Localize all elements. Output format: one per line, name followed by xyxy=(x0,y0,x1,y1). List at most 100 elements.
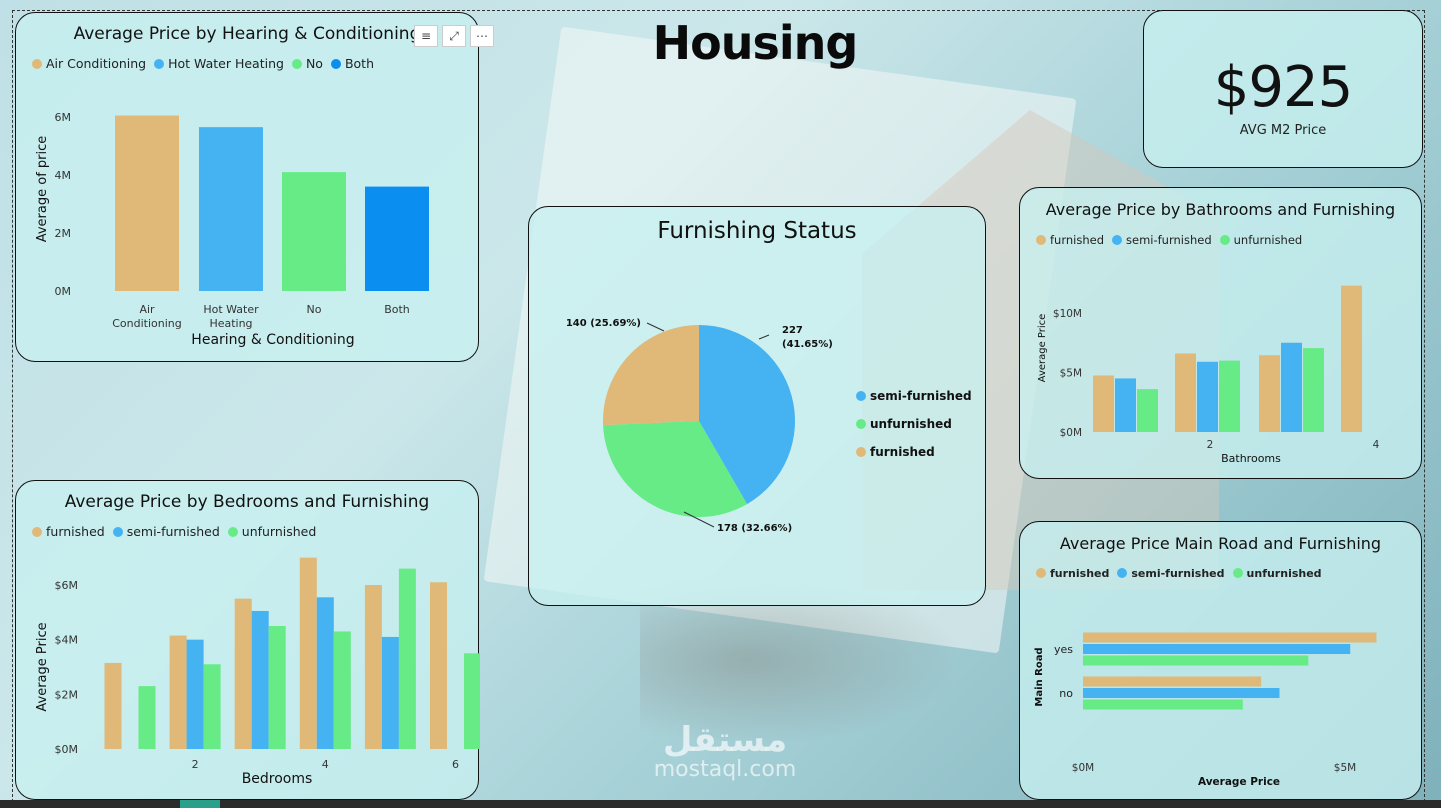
watermark-url: mostaql.com xyxy=(653,757,797,782)
chart-main-road-furnishing[interactable]: Average Price Main Road and Furnishing f… xyxy=(1019,521,1422,800)
bar xyxy=(138,686,156,749)
pie-slice xyxy=(603,325,699,426)
x-tick-label: Conditioning xyxy=(112,317,182,330)
bar xyxy=(316,597,334,749)
bar xyxy=(1197,361,1218,432)
bar xyxy=(1083,655,1309,666)
bar xyxy=(365,186,429,291)
x-tick-label: 4 xyxy=(1373,439,1380,451)
x-axis-label: Bedrooms xyxy=(242,771,313,787)
watermark-arabic: مستقل xyxy=(662,720,788,760)
bar xyxy=(1303,348,1324,432)
bar xyxy=(282,172,346,291)
bar xyxy=(199,127,263,292)
y-tick-label: 0M xyxy=(55,285,72,298)
legend-label: semi-furnished xyxy=(870,389,972,403)
y-tick-label: $10M xyxy=(1053,308,1082,320)
chart-plot: yes no Main Road $0M $5M Average Price xyxy=(1034,632,1377,788)
bar xyxy=(1115,378,1136,432)
data-label: 227 xyxy=(782,325,803,336)
bar xyxy=(1281,342,1302,432)
y-tick-label: $5M xyxy=(1060,368,1082,380)
kpi-value: $925 xyxy=(1213,55,1354,120)
y-tick-label: $2M xyxy=(55,688,79,701)
bar xyxy=(430,582,447,749)
x-tick-label: 4 xyxy=(322,758,329,771)
y-tick-label: $0M xyxy=(55,743,79,756)
bar xyxy=(115,115,179,291)
bar xyxy=(268,626,286,749)
bar xyxy=(1219,360,1240,432)
y-tick-label: 2M xyxy=(55,227,72,240)
y-tick-label: $6M xyxy=(55,579,79,592)
y-tick-label: no xyxy=(1059,687,1073,700)
legend-label: furnished xyxy=(870,445,935,459)
legend-marker xyxy=(856,447,866,457)
bar xyxy=(1083,676,1262,687)
bar xyxy=(333,631,351,749)
bar xyxy=(1083,632,1377,643)
x-axis-label: Bathrooms xyxy=(1221,452,1281,465)
legend-marker xyxy=(856,391,866,401)
focus-mode-icon[interactable]: ⤢ xyxy=(442,25,466,47)
y-tick-label: yes xyxy=(1054,643,1073,656)
bar xyxy=(1175,353,1196,432)
bar xyxy=(1093,375,1114,432)
x-tick-label: Air xyxy=(139,303,155,316)
x-axis-label: Hearing & Conditioning xyxy=(191,332,354,348)
y-axis-label: Average of price xyxy=(35,136,50,243)
bar xyxy=(1083,644,1351,654)
data-label: 178 (32.66%) xyxy=(717,523,792,534)
bar xyxy=(464,653,480,749)
data-label: (41.65%) xyxy=(782,339,833,350)
x-tick-label: 6 xyxy=(452,758,459,771)
filter-icon[interactable]: ≡ xyxy=(414,25,438,47)
chart-plot: $0M $2M $4M $6M Average Price 2 4 6 Bedrooms xyxy=(35,557,480,787)
x-tick-label: No xyxy=(307,303,322,316)
legend-marker xyxy=(856,419,866,429)
chart-bathrooms-furnishing[interactable]: Average Price by Bathrooms and Furnishin… xyxy=(1019,187,1422,479)
chart-hearing-conditioning[interactable]: Average Price by Hearing & Conditioning … xyxy=(15,12,494,362)
status-bar xyxy=(0,800,1441,808)
bar xyxy=(1341,285,1362,432)
x-tick-label: 2 xyxy=(192,758,199,771)
chart-plot: 227 (41.65%) 178 (32.66%) 140 (25.69%) semi-… xyxy=(566,318,972,534)
chart-bedrooms-furnishing[interactable]: Average Price by Bedrooms and Furnishing… xyxy=(15,480,480,800)
x-tick-label: 2 xyxy=(1207,439,1214,451)
legend-label: unfurnished xyxy=(870,417,952,431)
y-axis-label: Average Price xyxy=(1037,314,1048,383)
x-tick-label: Hot Water xyxy=(203,303,259,316)
bar xyxy=(234,598,252,749)
y-tick-label: $4M xyxy=(55,634,79,647)
chart-plot: 0M 2M 4M 6M Average of price AirConditioning H… xyxy=(35,111,429,348)
leader-line xyxy=(646,322,665,332)
y-tick-label: $0M xyxy=(1060,427,1082,439)
visual-header: ≡ ⤢ ⋯ xyxy=(414,25,494,47)
bar xyxy=(203,664,221,749)
more-options-icon[interactable]: ⋯ xyxy=(470,25,494,47)
watermark: مستقل mostaql.com xyxy=(630,722,820,782)
bar xyxy=(169,635,187,749)
kpi-label: AVG M2 Price xyxy=(1239,123,1327,138)
bar xyxy=(398,568,416,749)
bar xyxy=(1137,389,1158,432)
x-tick-label: Heating xyxy=(209,317,252,330)
page-tab-indicator[interactable] xyxy=(180,800,220,808)
x-tick-label: $5M xyxy=(1334,762,1356,774)
bar xyxy=(299,557,317,749)
bar xyxy=(1259,355,1280,432)
y-tick-label: 6M xyxy=(55,111,72,124)
bar xyxy=(364,585,382,749)
page-title: Housing xyxy=(652,16,859,70)
kpi-card[interactable]: $925 AVG M2 Price xyxy=(1143,10,1423,168)
y-axis-label: Average Price xyxy=(35,622,50,711)
y-tick-label: 4M xyxy=(55,169,72,182)
x-tick-label: $0M xyxy=(1072,762,1094,774)
chart-furnishing-status[interactable]: Furnishing Status 227 (41.65%) 178 (32.66%… xyxy=(528,206,986,606)
chart-plot: $0M $5M $10M Average Price 2 4 Bathrooms xyxy=(1037,285,1380,465)
leader-line xyxy=(758,334,770,340)
bar xyxy=(186,639,204,749)
bar xyxy=(381,636,399,749)
bar xyxy=(1083,688,1280,698)
y-axis-label: Main Road xyxy=(1034,647,1045,706)
